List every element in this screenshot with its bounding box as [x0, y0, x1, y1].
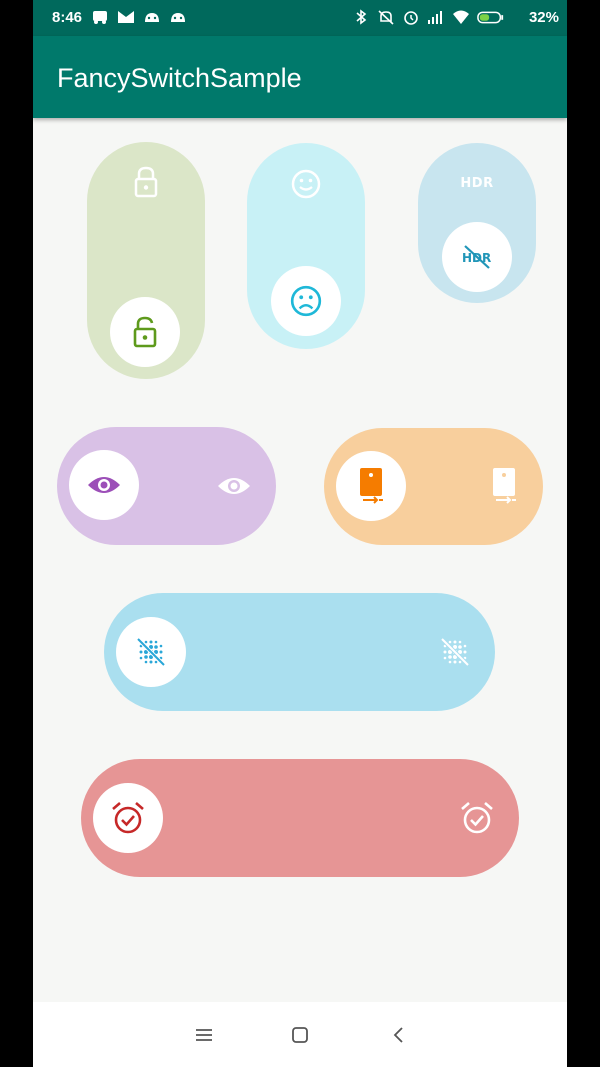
- smile-face-icon: [286, 164, 326, 204]
- train-icon: [93, 11, 107, 24]
- alarm-check-icon: [457, 798, 497, 838]
- eye-icon: [88, 477, 120, 493]
- battery-icon: [477, 11, 504, 24]
- system-icons: [352, 9, 505, 25]
- mood-switch[interactable]: [247, 143, 365, 349]
- battery-percent: 32%: [528, 9, 559, 26]
- lock-open-icon: [133, 316, 157, 348]
- phone-transfer-icon: [484, 466, 524, 506]
- grain-switch[interactable]: [104, 593, 495, 711]
- signal-icon: [428, 11, 442, 24]
- hdr-icon: HDR: [452, 163, 502, 203]
- grain-switch-knob[interactable]: [116, 617, 186, 687]
- home-square-icon[interactable]: [287, 1022, 313, 1048]
- phone-switch[interactable]: [324, 428, 543, 545]
- app-title: FancySwitchSample: [57, 63, 302, 93]
- visibility-switch-knob[interactable]: [69, 450, 139, 520]
- hdr-switch-knob[interactable]: HDR: [442, 222, 512, 292]
- blur-off-icon: [435, 632, 475, 672]
- android-icon: [171, 13, 185, 22]
- blur-off-icon: [136, 637, 166, 667]
- app-bar: FancySwitchSample: [33, 36, 567, 118]
- visibility-switch[interactable]: [57, 427, 276, 545]
- phone-transfer-icon: [360, 468, 383, 504]
- lock-switch[interactable]: [87, 142, 205, 379]
- hdr-switch[interactable]: HDR HDR: [418, 143, 536, 303]
- phone-switch-knob[interactable]: [336, 451, 406, 521]
- lock-switch-knob[interactable]: [110, 297, 180, 367]
- wifi-icon: [453, 10, 469, 24]
- android-icon: [145, 13, 159, 22]
- notification-icons: [91, 9, 187, 25]
- bluetooth-icon: [356, 9, 367, 25]
- eye-icon: [214, 466, 254, 506]
- mute-icon: [378, 10, 394, 25]
- back-chevron-icon[interactable]: [386, 1022, 412, 1048]
- status-time: 8:46: [52, 9, 83, 26]
- alarm-switch-knob[interactable]: [93, 783, 163, 853]
- hdr-label: HDR: [460, 175, 494, 191]
- mood-switch-knob[interactable]: [271, 266, 341, 336]
- mail-icon: [118, 11, 134, 23]
- app-screen: 8:46 32% FancySwitchSample HDR: [33, 0, 567, 1067]
- status-bar: 8:46 32%: [33, 0, 567, 36]
- menu-icon[interactable]: [191, 1022, 217, 1048]
- navigation-bar: [33, 1002, 567, 1067]
- alarm-switch[interactable]: [81, 759, 519, 877]
- lock-icon: [126, 162, 166, 202]
- alarm-check-icon: [112, 802, 144, 834]
- sad-face-icon: [290, 285, 322, 317]
- hdr-off-icon: HDR: [462, 245, 491, 269]
- alarm-icon: [404, 11, 418, 25]
